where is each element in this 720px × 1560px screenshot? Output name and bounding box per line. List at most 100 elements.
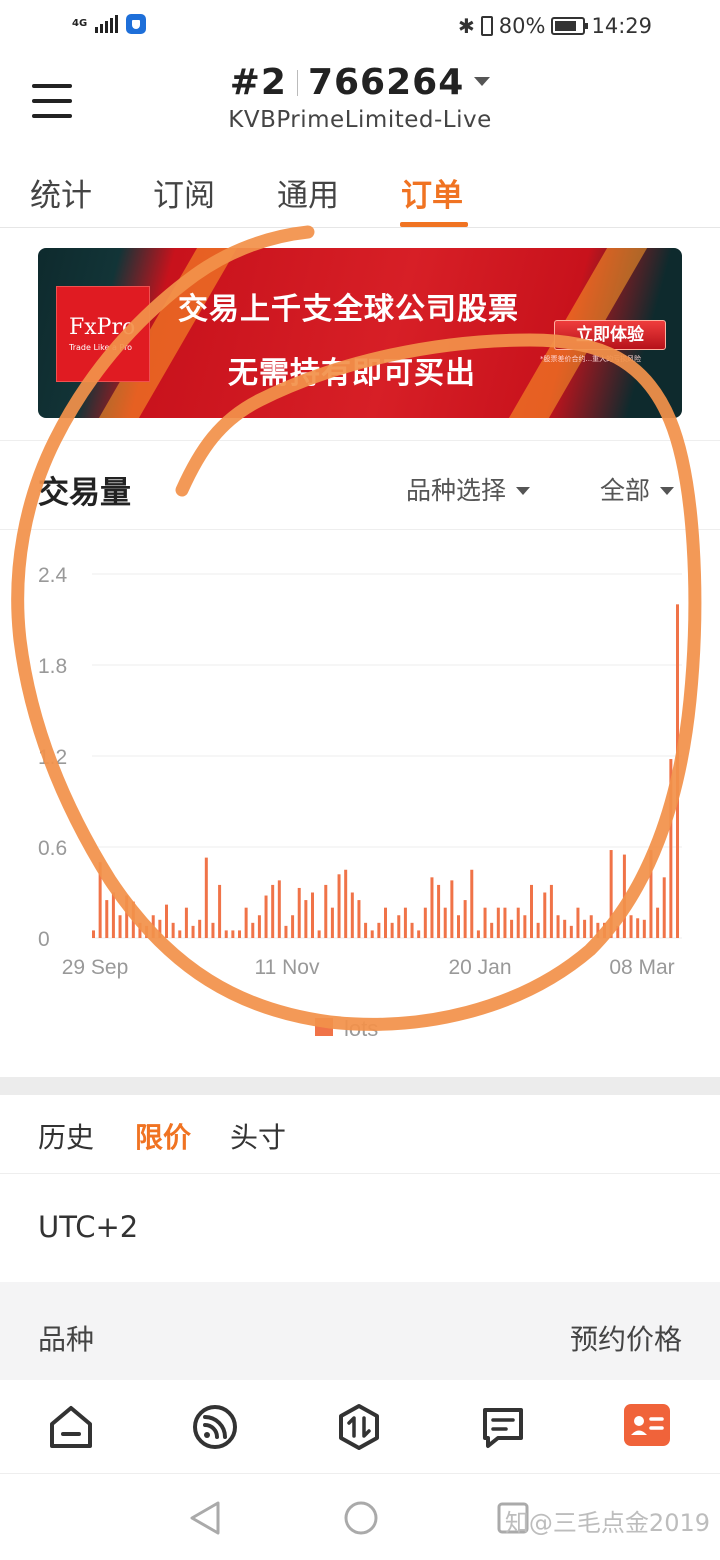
volume-bar bbox=[98, 862, 102, 938]
banner-disclaimer: *股票差价合约...重大的亏损风险 bbox=[540, 355, 642, 363]
volume-bar bbox=[636, 918, 640, 938]
volume-bar bbox=[503, 907, 507, 938]
subtab-limit[interactable]: 限价 bbox=[135, 1116, 191, 1156]
legend-label: lots bbox=[344, 1016, 378, 1041]
active-tab-indicator bbox=[400, 222, 468, 227]
volume-bar bbox=[523, 915, 527, 938]
volume-bar bbox=[350, 892, 354, 938]
volume-bar bbox=[271, 884, 275, 938]
subtab-positions[interactable]: 头寸 bbox=[230, 1116, 286, 1156]
tab-general[interactable]: 通用 bbox=[277, 170, 339, 215]
volume-bar bbox=[603, 922, 606, 938]
volume-bar bbox=[151, 915, 155, 938]
volume-bar bbox=[324, 884, 328, 938]
volume-bar bbox=[105, 900, 109, 938]
account-prefix: #2 bbox=[229, 62, 287, 103]
volume-chart-svg: 0 0.6 1.2 1.8 2.4 29 Sep 11 Nov 20 Jan 08 Mar lot… bbox=[38, 564, 682, 1041]
range-dropdown[interactable]: 全部 bbox=[600, 471, 675, 507]
volume-bar bbox=[483, 907, 487, 938]
volume-bar bbox=[370, 930, 374, 938]
volume-bar bbox=[457, 915, 460, 938]
fxpro-logo: FxPro Trade Like a Pro bbox=[56, 286, 150, 382]
orders-table-header: 品种 预约价格 bbox=[0, 1282, 720, 1380]
volume-bar bbox=[211, 922, 215, 938]
home-icon[interactable] bbox=[46, 1402, 96, 1452]
volume-bar bbox=[649, 850, 653, 938]
volume-bar bbox=[131, 901, 135, 938]
volume-bar bbox=[244, 907, 248, 938]
volume-bar bbox=[291, 915, 295, 938]
clock: 14:29 bbox=[591, 14, 652, 38]
status-right: ✱ 80% 14:29 bbox=[458, 14, 652, 38]
battery-icon bbox=[551, 17, 589, 35]
message-icon[interactable] bbox=[478, 1402, 528, 1452]
volume-header: 交易量 品种选择 全部 bbox=[0, 440, 720, 530]
volume-bar bbox=[364, 922, 368, 938]
volume-bar bbox=[165, 904, 168, 938]
volume-bar bbox=[304, 900, 308, 938]
range-dropdown-label: 全部 bbox=[600, 476, 651, 505]
x-tick-label: 08 Mar bbox=[609, 956, 674, 979]
volume-bar bbox=[676, 604, 679, 938]
volume-bar bbox=[198, 919, 202, 938]
volume-bar bbox=[443, 907, 447, 938]
volume-bar bbox=[264, 895, 268, 938]
volume-bar bbox=[463, 900, 467, 938]
top-bar: #2 766264 KVBPrimeLimited-Live bbox=[0, 56, 720, 156]
volume-bar bbox=[417, 930, 421, 938]
volume-bar bbox=[311, 892, 314, 938]
caret-down-icon bbox=[516, 487, 531, 495]
volume-bar bbox=[224, 930, 228, 938]
volume-bar bbox=[125, 895, 129, 938]
volume-bar bbox=[384, 907, 387, 938]
security-app-icon bbox=[126, 14, 147, 34]
banner-cta-button[interactable]: 立即体验 bbox=[554, 320, 666, 350]
volume-bar bbox=[569, 925, 573, 938]
volume-bar bbox=[377, 922, 381, 938]
logo-name: FxPro bbox=[69, 315, 136, 340]
volume-bar bbox=[669, 759, 673, 938]
volume-bar bbox=[430, 877, 434, 938]
volume-bar bbox=[257, 915, 261, 938]
back-icon[interactable] bbox=[188, 1499, 222, 1541]
trade-icon[interactable] bbox=[334, 1402, 384, 1452]
subtab-history[interactable]: 历史 bbox=[38, 1116, 94, 1156]
volume-bar bbox=[662, 877, 666, 938]
volume-bar bbox=[563, 919, 567, 938]
symbol-dropdown-label: 品种选择 bbox=[406, 476, 507, 505]
volume-bar bbox=[536, 922, 540, 938]
volume-bar bbox=[337, 874, 341, 938]
volume-bar bbox=[138, 922, 142, 938]
volume-bar bbox=[423, 907, 427, 938]
volume-bar bbox=[118, 915, 122, 938]
feed-icon[interactable] bbox=[190, 1402, 240, 1452]
volume-bar bbox=[390, 922, 394, 938]
volume-bar bbox=[191, 925, 195, 938]
network-type: 4G bbox=[72, 18, 88, 29]
symbol-dropdown[interactable]: 品种选择 bbox=[406, 471, 531, 507]
tab-statistics[interactable]: 统计 bbox=[30, 170, 92, 215]
volume-bar bbox=[251, 922, 255, 938]
tab-subscription[interactable]: 订阅 bbox=[153, 170, 215, 215]
signal-icon bbox=[95, 15, 119, 33]
timezone-label: UTC+2 bbox=[38, 1210, 139, 1244]
tab-orders[interactable]: 订单 bbox=[401, 170, 463, 215]
profile-icon[interactable] bbox=[624, 1402, 674, 1452]
promo-banner[interactable]: FxPro Trade Like a Pro 交易上千支全球公司股票 无需持有即… bbox=[38, 248, 682, 418]
volume-bar bbox=[476, 930, 480, 938]
status-bar: 4G ✱ 80% 14:29 bbox=[0, 0, 720, 56]
account-selector[interactable]: #2 766264 KVBPrimeLimited-Live bbox=[0, 62, 720, 133]
volume-bar bbox=[231, 930, 235, 938]
x-tick-label: 29 Sep bbox=[62, 956, 129, 979]
volume-bar bbox=[437, 884, 441, 938]
volume-bar bbox=[642, 919, 646, 938]
volume-bar bbox=[556, 915, 560, 938]
legend-swatch bbox=[315, 1018, 333, 1036]
volume-bar bbox=[530, 884, 533, 938]
home-circle-icon[interactable] bbox=[343, 1500, 379, 1540]
bluetooth-icon: ✱ bbox=[458, 14, 475, 38]
volume-bar bbox=[317, 930, 321, 938]
broker-name: KVBPrimeLimited-Live bbox=[228, 107, 492, 133]
volume-bar bbox=[490, 922, 494, 938]
volume-bar bbox=[629, 915, 633, 938]
